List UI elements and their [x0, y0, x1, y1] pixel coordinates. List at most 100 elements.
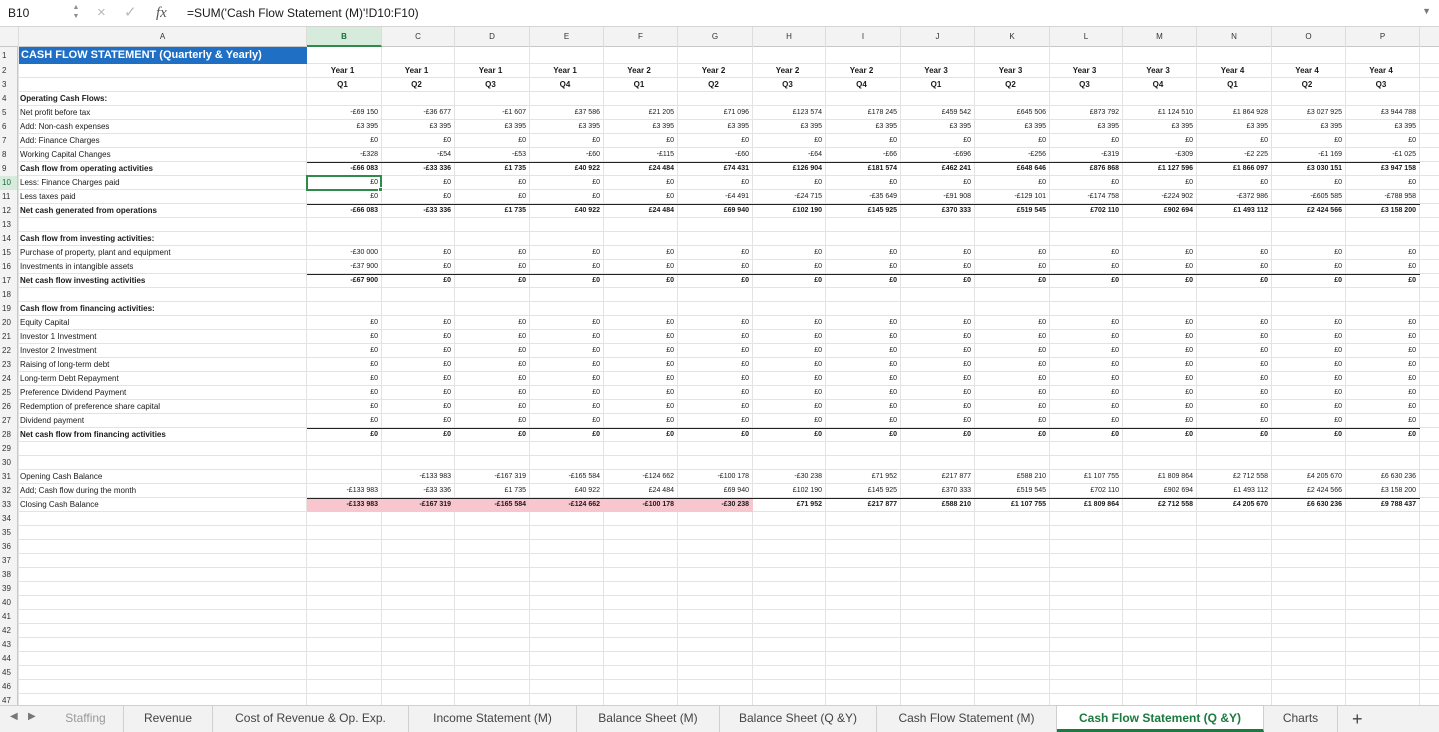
cell-i[interactable]: £0 — [826, 344, 901, 358]
cell-e[interactable]: £0 — [530, 246, 604, 260]
row-label[interactable]: Equity Capital — [20, 316, 306, 330]
cell-i[interactable]: £0 — [826, 176, 901, 190]
cell-e[interactable]: £0 — [530, 176, 604, 190]
cell-n[interactable]: £0 — [1197, 274, 1272, 288]
sheet-tab-staffing[interactable]: Staffing — [48, 706, 124, 732]
cell-m[interactable]: £0 — [1123, 428, 1197, 442]
cell-h[interactable]: £102 190 — [753, 204, 826, 218]
cell-m[interactable]: £0 — [1123, 358, 1197, 372]
cell-p[interactable]: £0 — [1346, 316, 1420, 330]
cell-c[interactable]: £0 — [382, 274, 455, 288]
column-header-a[interactable]: A — [19, 27, 307, 47]
row-label[interactable]: Preference Dividend Payment — [20, 386, 306, 400]
row-header[interactable]: 24 — [0, 372, 18, 386]
cell-i[interactable]: £0 — [826, 386, 901, 400]
select-all-corner[interactable] — [0, 27, 19, 47]
row-header[interactable]: 5 — [0, 106, 18, 120]
cell-b[interactable]: £0 — [307, 134, 382, 148]
row-header[interactable]: 25 — [0, 386, 18, 400]
cell-n[interactable]: Year 4 — [1197, 64, 1272, 78]
row-label[interactable]: Net cash generated from operations — [20, 204, 306, 218]
cell-g[interactable]: £69 940 — [678, 484, 753, 498]
cell-j[interactable]: £0 — [901, 386, 975, 400]
cell-e[interactable]: £0 — [530, 428, 604, 442]
cell-l[interactable]: £1 107 755 — [1050, 470, 1123, 484]
cell-k[interactable]: -£256 — [975, 148, 1050, 162]
cell-l[interactable]: £0 — [1050, 260, 1123, 274]
row-header[interactable]: 38 — [0, 568, 18, 582]
column-header-i[interactable]: I — [826, 27, 901, 47]
cell-b[interactable]: £0 — [307, 414, 382, 428]
cell-o[interactable]: £0 — [1272, 260, 1346, 274]
cell-p[interactable]: £0 — [1346, 274, 1420, 288]
cell-h[interactable]: Year 2 — [753, 64, 826, 78]
cell-d[interactable]: £0 — [455, 274, 530, 288]
cell-f[interactable]: Q1 — [604, 78, 678, 92]
sheet-tab-balance-sheet-q-y[interactable]: Balance Sheet (Q &Y) — [720, 706, 877, 732]
cell-p[interactable]: £3 395 — [1346, 120, 1420, 134]
row-header[interactable]: 34 — [0, 512, 18, 526]
cell-o[interactable]: £3 027 925 — [1272, 106, 1346, 120]
cell-n[interactable]: £0 — [1197, 400, 1272, 414]
cell-c[interactable]: -£33 336 — [382, 204, 455, 218]
cell-o[interactable]: £0 — [1272, 344, 1346, 358]
cell-k[interactable]: £0 — [975, 372, 1050, 386]
cell-j[interactable]: £370 333 — [901, 204, 975, 218]
cell-g[interactable]: £0 — [678, 316, 753, 330]
row-header[interactable]: 39 — [0, 582, 18, 596]
cell-g[interactable]: £0 — [678, 134, 753, 148]
cell-l[interactable]: £702 110 — [1050, 484, 1123, 498]
cell-p[interactable]: £6 630 236 — [1346, 470, 1420, 484]
cell-p[interactable]: £0 — [1346, 358, 1420, 372]
cell-p[interactable]: £0 — [1346, 134, 1420, 148]
row-header[interactable]: 40 — [0, 596, 18, 610]
row-header[interactable]: 20 — [0, 316, 18, 330]
cell-l[interactable]: £0 — [1050, 428, 1123, 442]
cell-k[interactable]: £0 — [975, 316, 1050, 330]
sheet-title[interactable]: CASH FLOW STATEMENT (Quarterly & Yearly) — [19, 47, 307, 64]
cell-h[interactable]: £0 — [753, 344, 826, 358]
column-header-p[interactable]: P — [1346, 27, 1420, 47]
cell-g[interactable]: £0 — [678, 400, 753, 414]
cell-i[interactable]: £71 952 — [826, 470, 901, 484]
cell-o[interactable]: £3 395 — [1272, 120, 1346, 134]
formula-input[interactable]: =SUM('Cash Flow Statement (M)'!D10:F10) — [187, 3, 419, 23]
sheet-tab-cash-flow-statement-q-y[interactable]: Cash Flow Statement (Q &Y) — [1057, 706, 1264, 732]
row-header[interactable]: 42 — [0, 624, 18, 638]
cell-j[interactable]: -£91 908 — [901, 190, 975, 204]
cell-b[interactable]: -£328 — [307, 148, 382, 162]
row-header[interactable]: 41 — [0, 610, 18, 624]
cell-i[interactable]: £181 574 — [826, 162, 901, 176]
add-sheet-icon[interactable]: + — [1352, 708, 1363, 730]
row-label[interactable]: Opening Cash Balance — [20, 470, 306, 484]
cell-k[interactable]: Q2 — [975, 78, 1050, 92]
row-header[interactable]: 37 — [0, 554, 18, 568]
cell-j[interactable]: £0 — [901, 330, 975, 344]
cell-d[interactable]: £0 — [455, 428, 530, 442]
cell-m[interactable]: £2 712 558 — [1123, 498, 1197, 512]
cell-i[interactable]: Year 2 — [826, 64, 901, 78]
cell-g[interactable]: £0 — [678, 176, 753, 190]
cell-k[interactable]: £0 — [975, 330, 1050, 344]
cell-n[interactable]: £1 866 097 — [1197, 162, 1272, 176]
cell-b[interactable]: £0 — [307, 344, 382, 358]
cell-m[interactable]: £902 694 — [1123, 204, 1197, 218]
cell-n[interactable]: £0 — [1197, 316, 1272, 330]
cell-o[interactable]: -£605 585 — [1272, 190, 1346, 204]
cell-c[interactable]: -£167 319 — [382, 498, 455, 512]
cell-p[interactable]: -£1 025 — [1346, 148, 1420, 162]
cell-l[interactable]: £0 — [1050, 358, 1123, 372]
cell-h[interactable]: £123 574 — [753, 106, 826, 120]
cell-h[interactable]: £0 — [753, 400, 826, 414]
cell-j[interactable]: £0 — [901, 344, 975, 358]
cell-c[interactable]: £0 — [382, 176, 455, 190]
cell-p[interactable]: £0 — [1346, 176, 1420, 190]
cell-p[interactable]: Q3 — [1346, 78, 1420, 92]
cell-d[interactable]: £0 — [455, 358, 530, 372]
cell-b[interactable]: -£66 083 — [307, 204, 382, 218]
cell-d[interactable]: £0 — [455, 330, 530, 344]
cell-l[interactable]: £702 110 — [1050, 204, 1123, 218]
cell-o[interactable]: -£1 169 — [1272, 148, 1346, 162]
cell-n[interactable]: £0 — [1197, 358, 1272, 372]
cell-n[interactable]: £0 — [1197, 344, 1272, 358]
